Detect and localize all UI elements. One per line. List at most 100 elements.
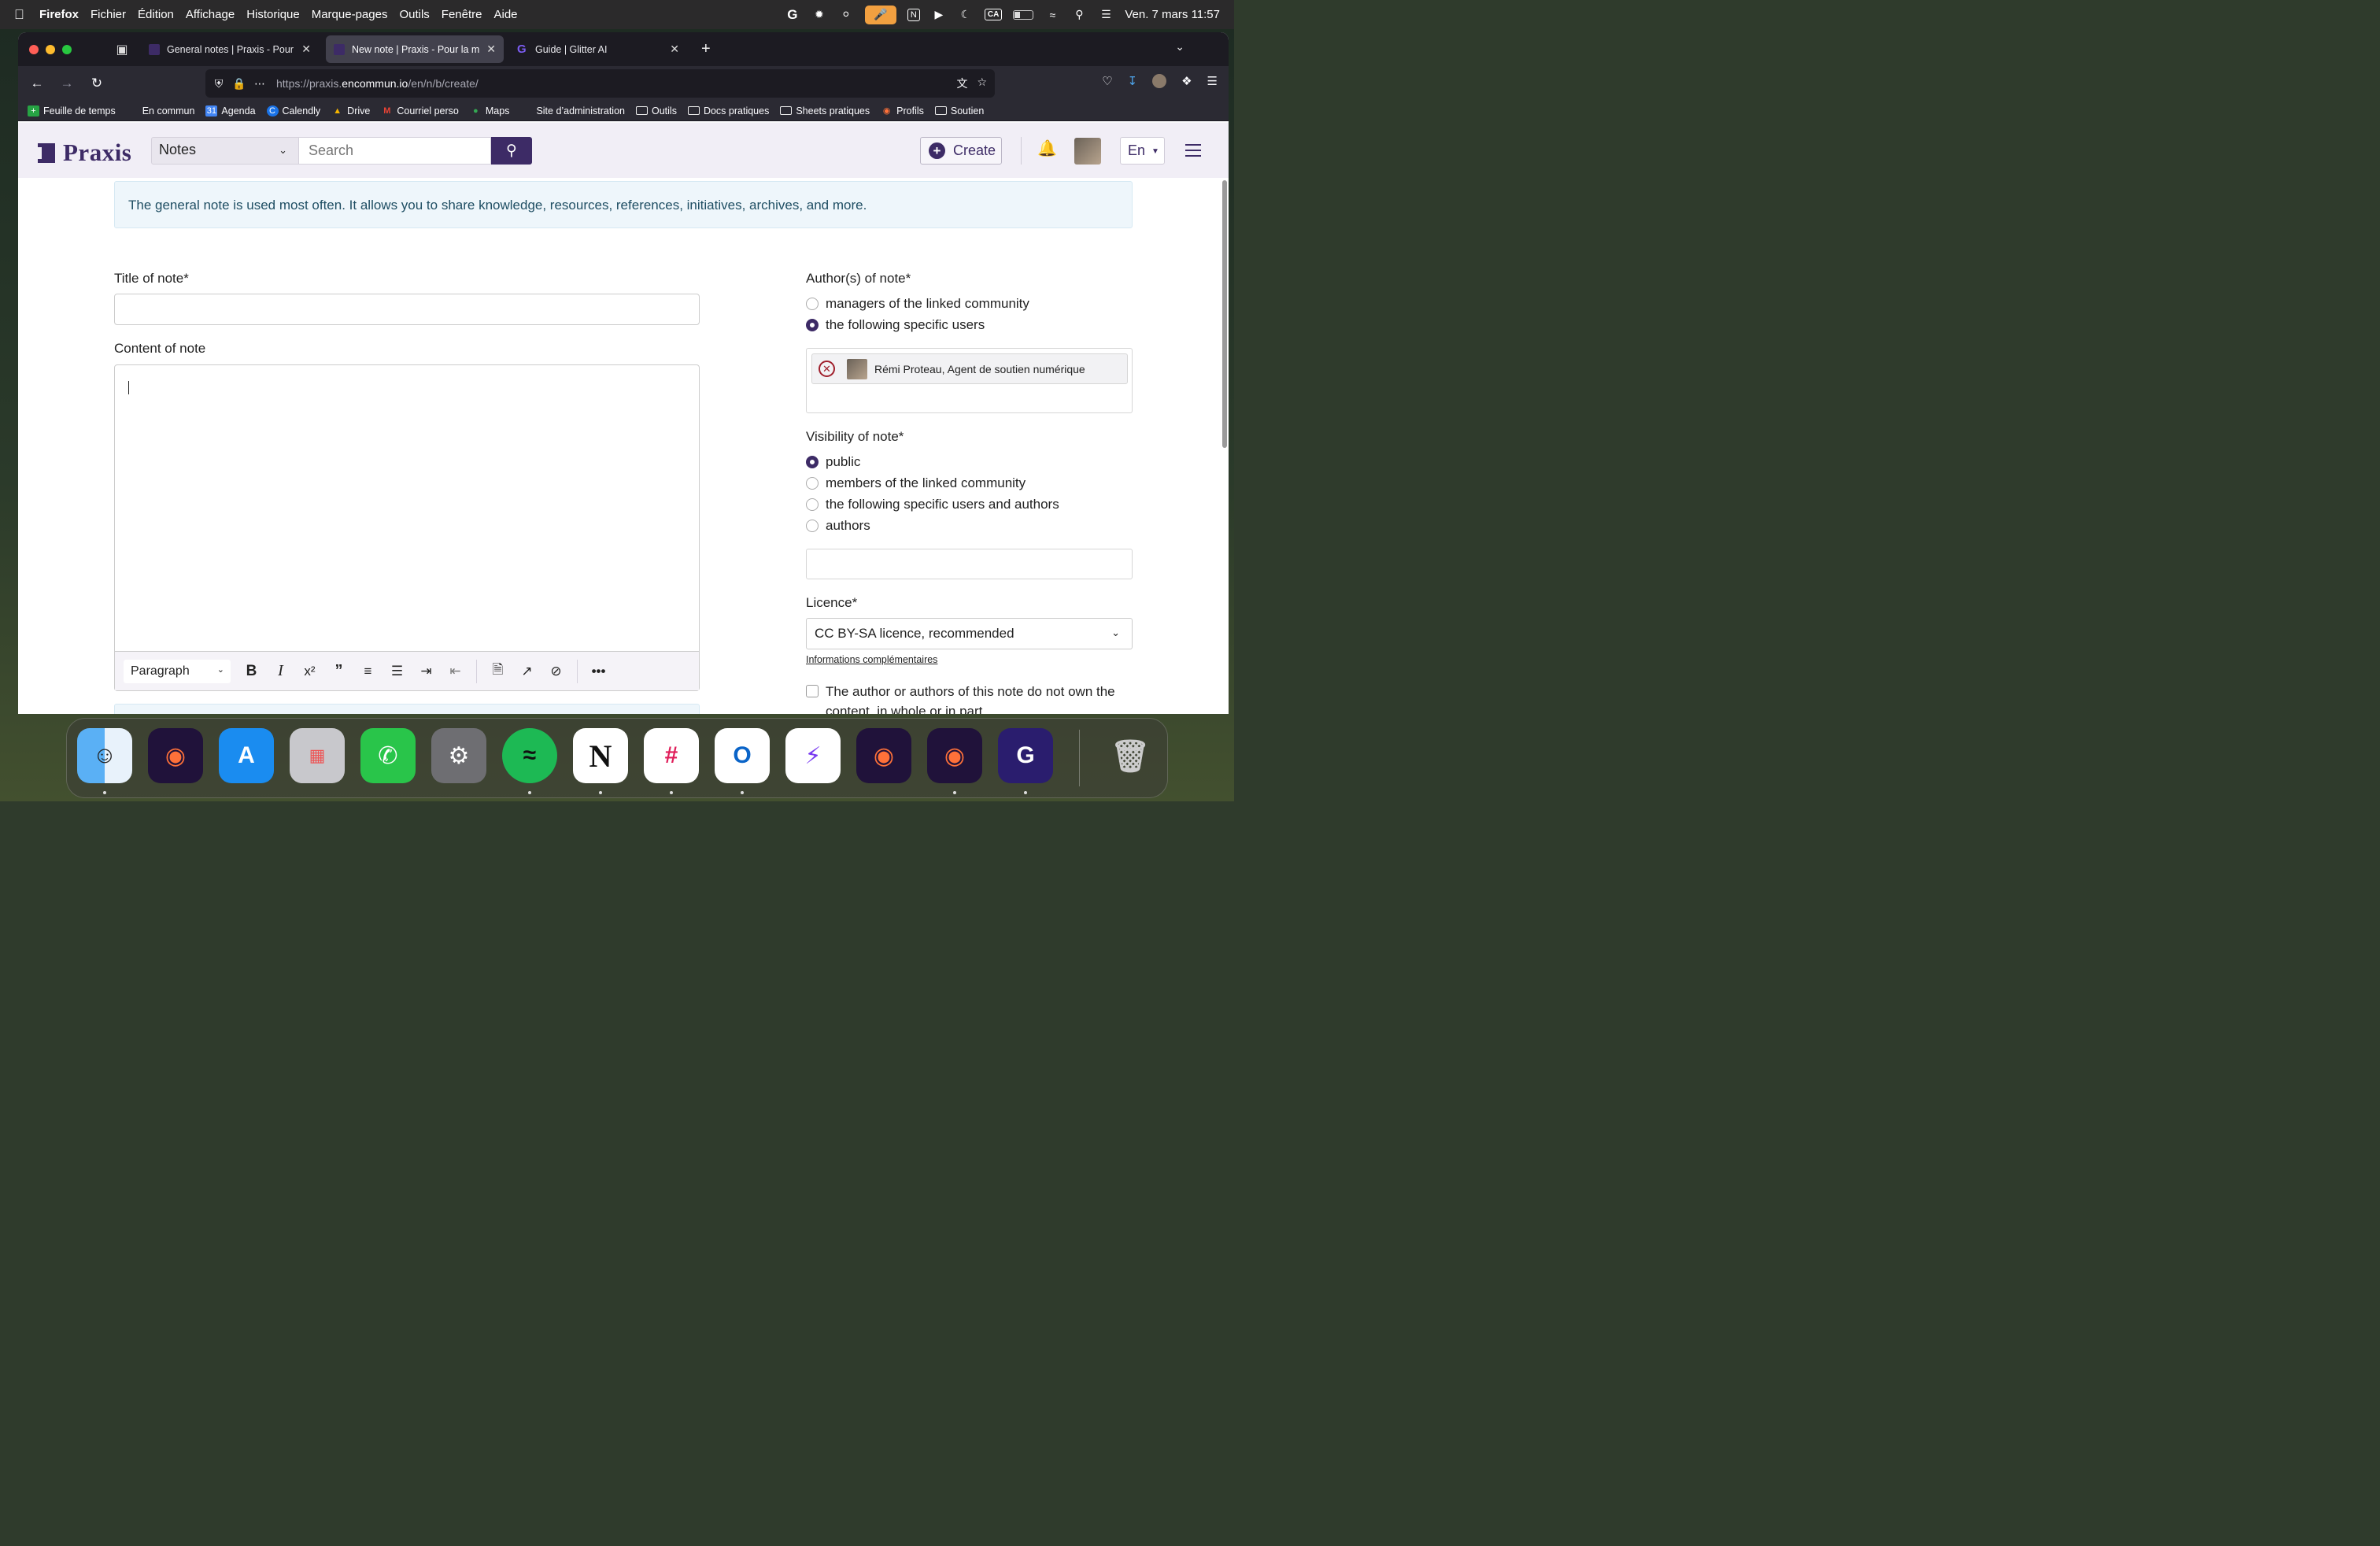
praxis-logo[interactable]: Praxis <box>38 139 131 167</box>
fullscreen-window-button[interactable] <box>62 44 72 54</box>
superscript-icon[interactable]: x² <box>295 664 324 679</box>
new-tab-button[interactable]: + <box>701 40 711 58</box>
licence-select[interactable]: CC BY-SA licence, recommended ⌄ <box>806 618 1133 649</box>
ownership-checkbox-row[interactable]: The author or authors of this note do no… <box>806 682 1136 714</box>
page-scrollbar[interactable] <box>1222 180 1227 448</box>
url-bar[interactable]: ⛨ 🔒 ⋯ https://praxis.encommun.io/en/n/b/… <box>205 69 995 98</box>
bookmark-folder[interactable]: Docs pratiques <box>687 105 769 117</box>
menu-fenetre[interactable]: Fenêtre <box>442 8 482 21</box>
play-status-icon[interactable]: ▶ <box>931 7 947 23</box>
url-text[interactable]: https://praxis.encommun.io/en/n/b/create… <box>276 77 479 90</box>
close-window-button[interactable] <box>29 44 39 54</box>
notion-icon[interactable]: N <box>573 728 628 783</box>
bookmark-item[interactable]: C Calendly <box>266 105 320 117</box>
tracking-shield-icon[interactable]: ⛨ <box>209 77 229 91</box>
bookmark-folder[interactable]: Outils <box>636 105 677 117</box>
menu-aide[interactable]: Aide <box>494 8 518 21</box>
bookmark-item[interactable]: ▲ Drive <box>331 105 370 117</box>
clock[interactable]: Ven. 7 mars 11:57 <box>1125 8 1220 21</box>
close-tab-icon[interactable]: ✕ <box>301 43 311 56</box>
radio-button-selected[interactable] <box>806 319 819 331</box>
bookmark-item[interactable]: 31 Agenda <box>205 105 256 117</box>
bulleted-list-icon[interactable]: ≡ <box>353 664 382 679</box>
finder-icon[interactable]: ☺ <box>77 728 132 783</box>
firefox-icon[interactable]: ◉ <box>856 728 911 783</box>
radio-button[interactable] <box>806 520 819 532</box>
glitter-ai-icon[interactable]: G <box>998 728 1053 783</box>
firefox-nightly-icon[interactable]: ◉ <box>927 728 982 783</box>
app-store-icon[interactable]: A <box>219 728 274 783</box>
tab-new-note[interactable]: New note | Praxis - Pour la mise ✕ <box>326 35 504 63</box>
notion-status-icon[interactable]: N <box>907 8 920 21</box>
translate-icon[interactable]: 文 <box>956 76 967 91</box>
outdent-icon[interactable]: ⇤ <box>441 664 470 679</box>
bookmark-item[interactable]: + Feuille de temps <box>28 105 116 117</box>
search-button[interactable]: ⚲ <box>491 137 532 165</box>
tab-glitter-guide[interactable]: G Guide | Glitter AI ✕ <box>509 35 687 63</box>
visibility-users-input[interactable] <box>806 549 1133 579</box>
italic-icon[interactable]: I <box>266 662 295 680</box>
menu-hamburger-icon[interactable]: ☰ <box>1207 74 1218 88</box>
gear-status-icon[interactable]: ✹ <box>811 7 827 23</box>
author-option-managers[interactable]: managers of the linked community <box>806 296 1029 312</box>
visibility-option-authors[interactable]: authors <box>806 518 870 534</box>
system-settings-gear-icon[interactable]: ⚙ <box>431 728 486 783</box>
blockquote-icon[interactable]: ” <box>324 662 353 680</box>
messenger-icon[interactable]: ⚡ <box>785 728 841 783</box>
bookmark-item[interactable]: M Courriel perso <box>381 105 459 117</box>
lock-icon[interactable]: 🔒 <box>229 77 249 91</box>
search-input[interactable] <box>299 137 491 165</box>
chatgpt-icon[interactable]: ⚪ <box>838 7 854 23</box>
input-source-badge[interactable]: CA <box>984 9 1003 20</box>
trash-icon[interactable]: 🗑 <box>1103 728 1158 783</box>
radio-button-selected[interactable] <box>806 456 819 468</box>
bold-icon[interactable]: B <box>237 663 266 680</box>
launchpad-icon[interactable]: ▦ <box>290 728 345 783</box>
account-avatar[interactable] <box>1152 74 1167 88</box>
user-avatar[interactable] <box>1074 138 1101 165</box>
tab-overview-icon[interactable]: ▣ <box>113 42 131 57</box>
hamburger-menu-icon[interactable] <box>1185 144 1201 161</box>
content-editor[interactable]: Paragraph ⌄ B I x² ” ≡ ☰ ⇥ ⇤ 🗎 ↗ ⊘ ••• <box>114 364 700 691</box>
bell-icon[interactable]: 🔔 <box>1037 139 1057 158</box>
spotlight-search-icon[interactable]: ⚲ <box>1071 7 1087 23</box>
menu-edition[interactable]: Édition <box>138 8 174 21</box>
paragraph-style-select[interactable]: Paragraph ⌄ <box>124 659 231 683</box>
slack-icon[interactable]: # <box>644 728 699 783</box>
indent-icon[interactable]: ⇥ <box>412 664 441 679</box>
extensions-icon[interactable]: ❖ <box>1181 74 1192 88</box>
app-name-menu[interactable]: Firefox <box>39 8 79 21</box>
bookmark-item[interactable]: ◉ Profils <box>881 105 924 117</box>
wifi-icon[interactable]: ≈ <box>1044 7 1060 23</box>
minimize-window-button[interactable] <box>46 44 55 54</box>
more-options-icon[interactable]: ••• <box>584 664 613 679</box>
create-button[interactable]: + Create <box>920 137 1002 165</box>
spotify-icon[interactable]: ≈ <box>502 728 557 783</box>
back-arrow-icon[interactable]: ← <box>22 76 52 91</box>
bookmark-item[interactable]: En commun <box>127 105 195 117</box>
menu-marque-pages[interactable]: Marque-pages <box>312 8 388 21</box>
permissions-icon[interactable]: ⋯ <box>249 77 270 91</box>
author-option-specific-users[interactable]: the following specific users <box>806 317 985 333</box>
radio-button[interactable] <box>806 498 819 511</box>
control-center-icon[interactable]: ☰ <box>1098 7 1114 23</box>
document-icon[interactable]: 🗎 <box>483 660 512 682</box>
unlink-icon[interactable]: ⊘ <box>541 664 571 679</box>
outlook-icon[interactable]: O <box>715 728 770 783</box>
menu-affichage[interactable]: Affichage <box>186 8 235 21</box>
close-tab-icon[interactable]: ✕ <box>486 43 496 56</box>
close-tab-icon[interactable]: ✕ <box>670 43 679 56</box>
visibility-option-specific-users[interactable]: the following specific users and authors <box>806 497 1059 512</box>
numbered-list-icon[interactable]: ☰ <box>382 664 412 679</box>
battery-icon[interactable] <box>1013 9 1034 20</box>
title-input[interactable] <box>114 294 700 325</box>
section-select[interactable]: Notes ⌄ <box>151 137 299 165</box>
bookmark-star-icon[interactable]: ☆ <box>977 76 987 91</box>
list-all-tabs-chevron-icon[interactable]: ⌄ <box>1175 40 1184 54</box>
menu-historique[interactable]: Historique <box>246 8 300 21</box>
authors-select-box[interactable]: ✕ Rémi Proteau, Agent de soutien numériq… <box>806 348 1133 413</box>
checkbox[interactable] <box>806 685 819 697</box>
microphone-icon[interactable]: 🎤 <box>864 5 896 24</box>
visibility-option-members[interactable]: members of the linked community <box>806 475 1026 491</box>
visibility-option-public[interactable]: public <box>806 454 860 470</box>
